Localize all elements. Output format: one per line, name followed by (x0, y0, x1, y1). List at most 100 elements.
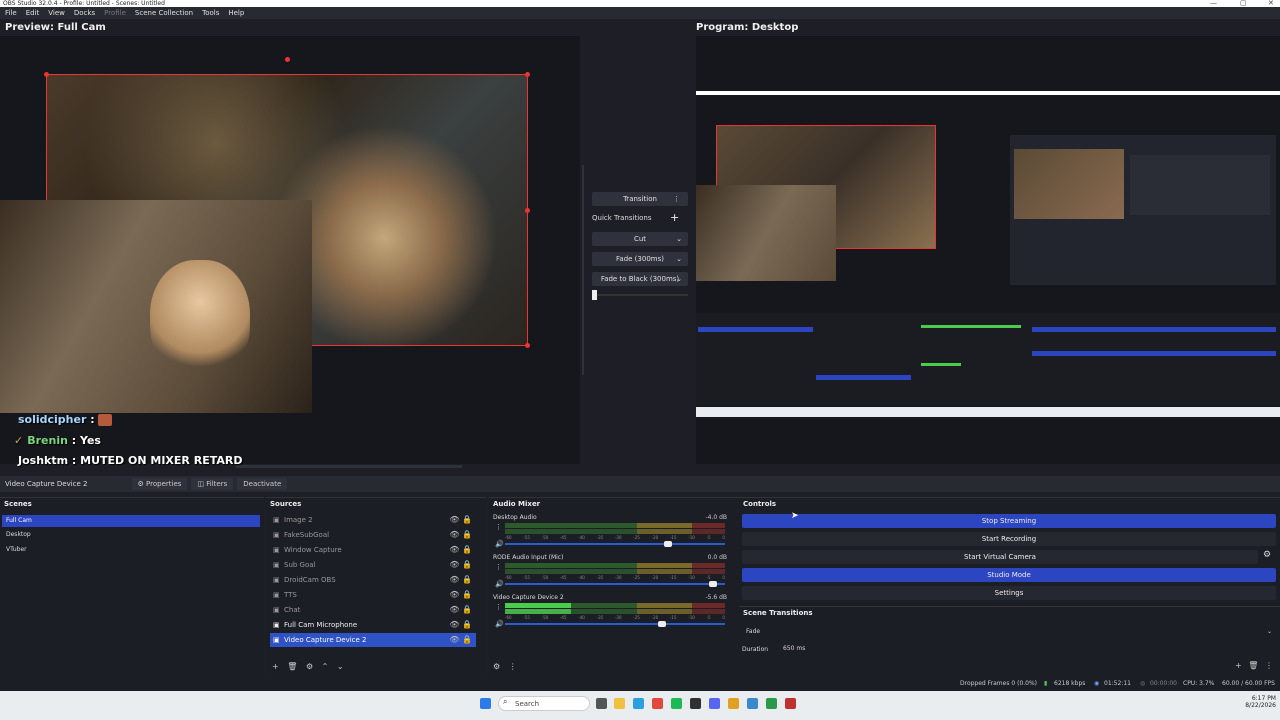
scene-item-vtuber[interactable]: VTuber (6, 546, 27, 553)
move-down-icon[interactable]: ⌄ (337, 662, 344, 671)
source-item[interactable]: ▣ TTS 👁 🔒 (270, 588, 476, 602)
transition-button[interactable]: Transition ⋮ (592, 192, 688, 206)
speaker-icon[interactable]: 🔊 (495, 540, 504, 548)
visibility-icon[interactable]: 👁 (449, 560, 459, 569)
taskbar-clock[interactable]: 6:17 PM 8/22/2026 (1236, 695, 1276, 709)
lock-icon[interactable]: 🔒 (462, 605, 472, 614)
add-source-icon[interactable]: + (272, 662, 279, 671)
speaker-icon[interactable]: 🔊 (495, 620, 504, 628)
discord-icon[interactable] (709, 698, 720, 709)
lock-icon[interactable]: 🔒 (462, 530, 472, 539)
add-transition-icon[interactable]: + (1235, 661, 1242, 670)
menu-docks[interactable]: Docks (74, 9, 95, 17)
quick-transition-fade-black[interactable]: Fade to Black (300ms) ⌄ (592, 272, 688, 286)
remove-source-icon[interactable]: 🗑 (287, 662, 297, 671)
video-capture-source[interactable] (0, 200, 312, 413)
task-view-icon[interactable] (596, 698, 607, 709)
preview-h-scrollbar[interactable] (236, 465, 462, 468)
obs-icon[interactable] (690, 698, 701, 709)
edge-icon[interactable] (633, 698, 644, 709)
channel-menu-icon[interactable]: ⋮ (495, 603, 502, 611)
windows-start-icon[interactable] (480, 698, 491, 709)
menu-scene-collection[interactable]: Scene Collection (135, 9, 193, 17)
mixer-menu-icon[interactable]: ⋮ (509, 662, 517, 671)
spotify-icon[interactable] (671, 698, 682, 709)
taskbar-search-box[interactable]: Search (498, 696, 590, 711)
lock-icon[interactable]: 🔒 (462, 575, 472, 584)
studio-mode-button[interactable]: Studio Mode (742, 568, 1276, 582)
more-icon[interactable]: ⋮ (673, 192, 680, 206)
move-up-icon[interactable]: ⌃ (322, 662, 329, 671)
transition-select[interactable]: Fade ⌄ (742, 625, 1276, 638)
source-item[interactable]: ▣ Full Cam Microphone 👁 🔒 (270, 618, 476, 632)
quick-transition-fade[interactable]: Fade (300ms) ⌄ (592, 252, 688, 266)
filters-button[interactable]: ◫ Filters (191, 478, 234, 490)
start-recording-button[interactable]: Start Recording (742, 532, 1276, 546)
volume-slider[interactable] (505, 621, 725, 627)
properties-button[interactable]: ⚙ Properties (131, 478, 188, 490)
menu-profile[interactable]: Profile (104, 9, 126, 17)
visibility-icon[interactable]: 👁 (449, 545, 459, 554)
visibility-icon[interactable]: 👁 (449, 530, 459, 539)
resize-handle-bottom-right[interactable] (525, 343, 530, 348)
app-icon[interactable] (766, 698, 777, 709)
visibility-icon[interactable]: 👁 (449, 575, 459, 584)
visibility-icon[interactable]: 👁 (449, 515, 459, 524)
source-item[interactable]: ▣ Window Capture 👁 🔒 (270, 543, 476, 557)
app-icon[interactable] (785, 698, 796, 709)
visibility-icon[interactable]: 👁 (449, 590, 459, 599)
tbar-track[interactable] (592, 290, 688, 300)
stop-streaming-button[interactable]: Stop Streaming (742, 514, 1276, 528)
start-virtual-camera-button[interactable]: Start Virtual Camera (742, 550, 1258, 564)
visibility-icon[interactable]: 👁 (449, 605, 459, 614)
tbar-handle[interactable] (592, 290, 597, 300)
maximize-icon[interactable]: ▢ (1240, 0, 1247, 7)
advanced-audio-icon[interactable]: ⚙ (493, 662, 500, 671)
lock-icon[interactable]: 🔒 (462, 560, 472, 569)
volume-knob[interactable] (664, 541, 672, 547)
scene-item-desktop[interactable]: Desktop (6, 531, 31, 538)
volume-knob[interactable] (657, 621, 666, 627)
transition-menu-icon[interactable]: ⋮ (1265, 661, 1273, 670)
file-explorer-icon[interactable] (614, 698, 625, 709)
menu-view[interactable]: View (48, 9, 65, 17)
volume-knob[interactable] (708, 581, 717, 587)
source-item[interactable]: ▣ Image 2 👁 🔒 (270, 513, 476, 527)
rotation-handle[interactable] (285, 57, 290, 62)
close-icon[interactable]: ✕ (1268, 0, 1274, 7)
channel-menu-icon[interactable]: ⋮ (495, 563, 502, 571)
menu-file[interactable]: File (5, 9, 17, 17)
app-icon[interactable] (728, 698, 739, 709)
channel-menu-icon[interactable]: ⋮ (495, 523, 502, 531)
visibility-icon[interactable]: 👁 (449, 620, 459, 629)
volume-slider[interactable] (505, 541, 725, 547)
settings-button[interactable]: Settings (742, 586, 1276, 600)
menu-help[interactable]: Help (228, 9, 244, 17)
source-settings-icon[interactable]: ⚙ (306, 662, 313, 671)
deactivate-button[interactable]: Deactivate (237, 478, 288, 490)
lock-icon[interactable]: 🔒 (462, 590, 472, 599)
scene-item-full-cam[interactable]: Full Cam (2, 515, 260, 527)
virtual-camera-settings-icon[interactable]: ⚙ (1263, 550, 1271, 560)
volume-slider[interactable] (505, 581, 725, 587)
speaker-icon[interactable]: 🔊 (495, 580, 504, 588)
chrome-icon[interactable] (652, 698, 663, 709)
source-item[interactable]: ▣ FakeSubGoal 👁 🔒 (270, 528, 476, 542)
source-item[interactable]: ▣ Sub Goal 👁 🔒 (270, 558, 476, 572)
source-item[interactable]: ▣ Chat 👁 🔒 (270, 603, 476, 617)
remove-transition-icon[interactable]: 🗑 (1248, 661, 1258, 670)
visibility-icon[interactable]: 👁 (449, 635, 459, 644)
duration-input[interactable]: 650 ms (779, 643, 1273, 655)
lock-icon[interactable]: 🔒 (462, 620, 472, 629)
source-item[interactable]: ▣ DroidCam OBS 👁 🔒 (270, 573, 476, 587)
minimize-icon[interactable]: — (1210, 0, 1217, 7)
menu-edit[interactable]: Edit (26, 9, 40, 17)
menu-tools[interactable]: Tools (202, 9, 219, 17)
app-icon[interactable] (747, 698, 758, 709)
add-quick-transition-icon[interactable]: + (670, 211, 679, 224)
source-item[interactable]: ▣ Video Capture Device 2 👁 🔒 (270, 633, 476, 647)
quick-transition-cut[interactable]: Cut ⌄ (592, 232, 688, 246)
lock-icon[interactable]: 🔒 (462, 515, 472, 524)
lock-icon[interactable]: 🔒 (462, 545, 472, 554)
resize-handle-top-right[interactable] (525, 72, 530, 77)
